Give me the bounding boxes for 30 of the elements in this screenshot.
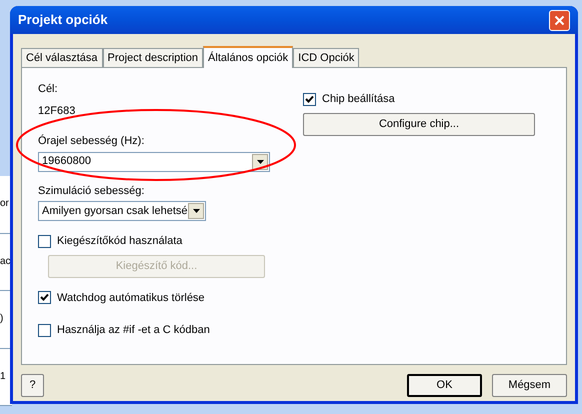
checkbox[interactable] [38,291,51,304]
tab[interactable]: Project description [102,48,204,67]
close-icon [554,14,565,26]
checkbox-label: Watchdog autómatikus törlése [57,290,205,306]
tab[interactable]: Cél választása [21,48,103,67]
simulation-label: Szimuláció sebesség: [38,184,146,198]
window-title: Projekt opciók [18,11,108,30]
cell-text: ac [0,256,11,267]
cell-text: or [0,199,9,210]
checkbox[interactable] [303,92,316,106]
target-value: 12F683 [38,104,76,118]
checkbox-label: Használja az #if -et a C kódban [57,323,210,338]
checkbox-label: Chip beállítása [322,92,395,107]
cell-text: ) [0,314,4,324]
checkbox[interactable] [38,324,51,337]
target-label: Cél: [38,82,59,97]
dropdown-field[interactable]: 19660800 [38,152,270,172]
tab[interactable]: ICD Opciók [293,48,360,67]
close-button[interactable] [549,10,570,30]
check-icon [40,293,49,302]
check-icon [305,94,314,104]
cancel-button[interactable]: Mégsem [492,374,567,397]
dropdown-field[interactable]: Amilyen gyorsan csak lehetsé [38,201,206,221]
help-button[interactable]: ? [21,374,44,397]
cell-text: 1 [0,372,6,382]
tab[interactable]: Általános opciók [203,46,294,68]
ok-button[interactable]: OK [407,374,482,397]
configure-chip-button[interactable]: Configure chip... [303,112,535,136]
clock-label: Órajel sebesség (Hz): [38,134,146,149]
checkbox-label: Kiegészítőkód használata [57,234,182,249]
